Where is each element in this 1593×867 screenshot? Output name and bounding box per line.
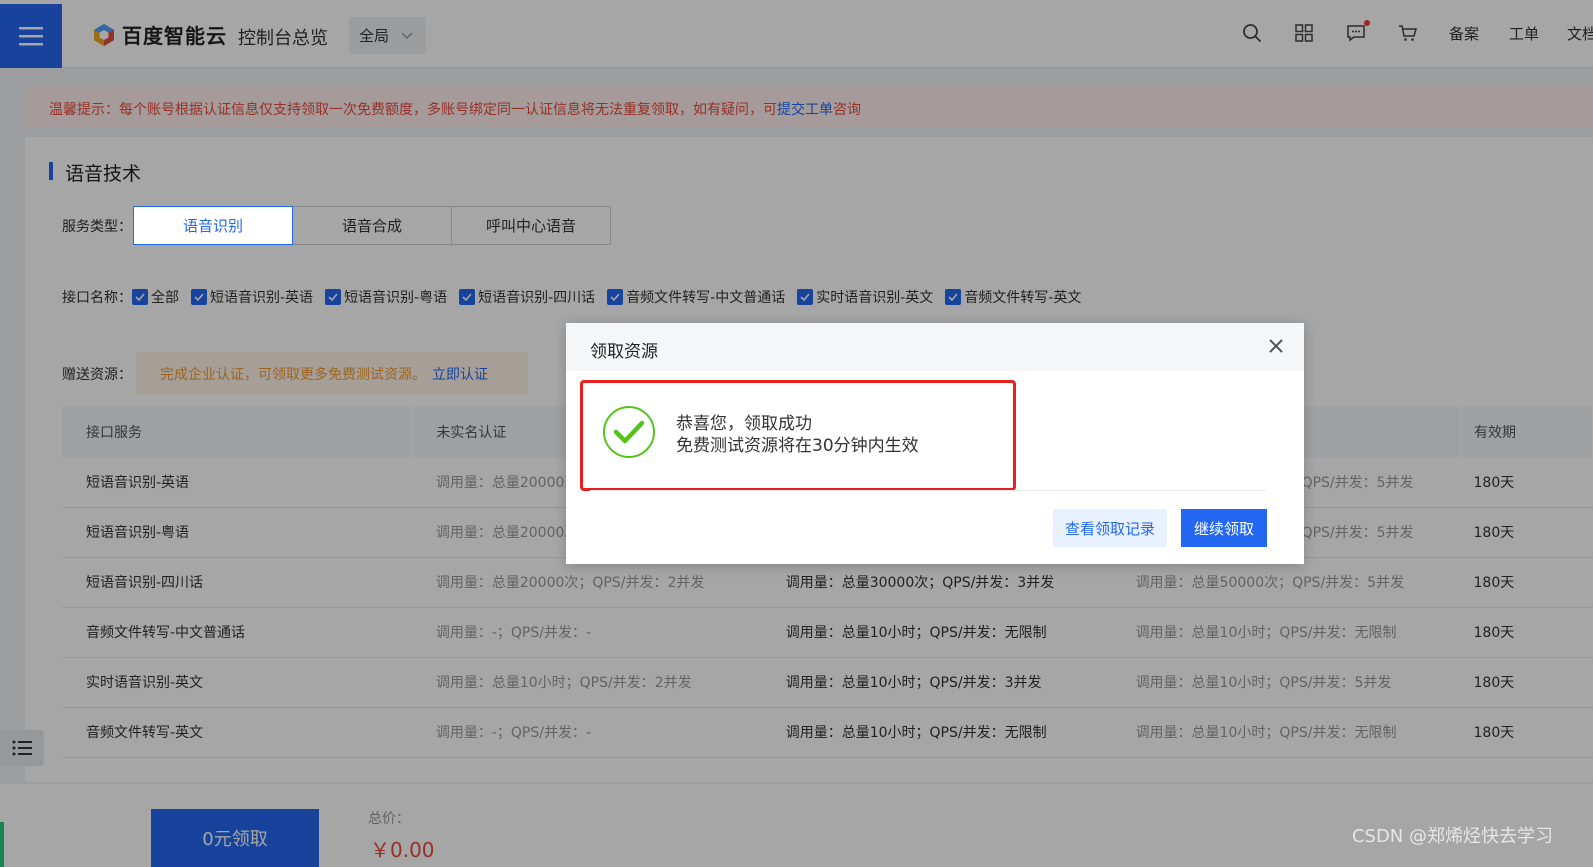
claim-resource-dialog: 领取资源 恭喜您，领取成功 免费测试资源将在30分钟内生效 查看领取记录 继续领…: [566, 323, 1304, 564]
close-icon[interactable]: [1266, 336, 1286, 356]
watermark-text: CSDN @郑烯烃快去学习: [1351, 826, 1553, 847]
highlight-annotation-frame: [580, 380, 1016, 491]
tab-speech-recognition[interactable]: 语音识别: [133, 206, 293, 245]
continue-claim-button[interactable]: 继续领取: [1181, 509, 1267, 547]
dialog-title: 领取资源: [590, 342, 658, 362]
view-claim-records-button[interactable]: 查看领取记录: [1053, 509, 1167, 547]
dialog-header: 领取资源: [566, 323, 1304, 371]
dialog-divider: [590, 490, 1266, 491]
